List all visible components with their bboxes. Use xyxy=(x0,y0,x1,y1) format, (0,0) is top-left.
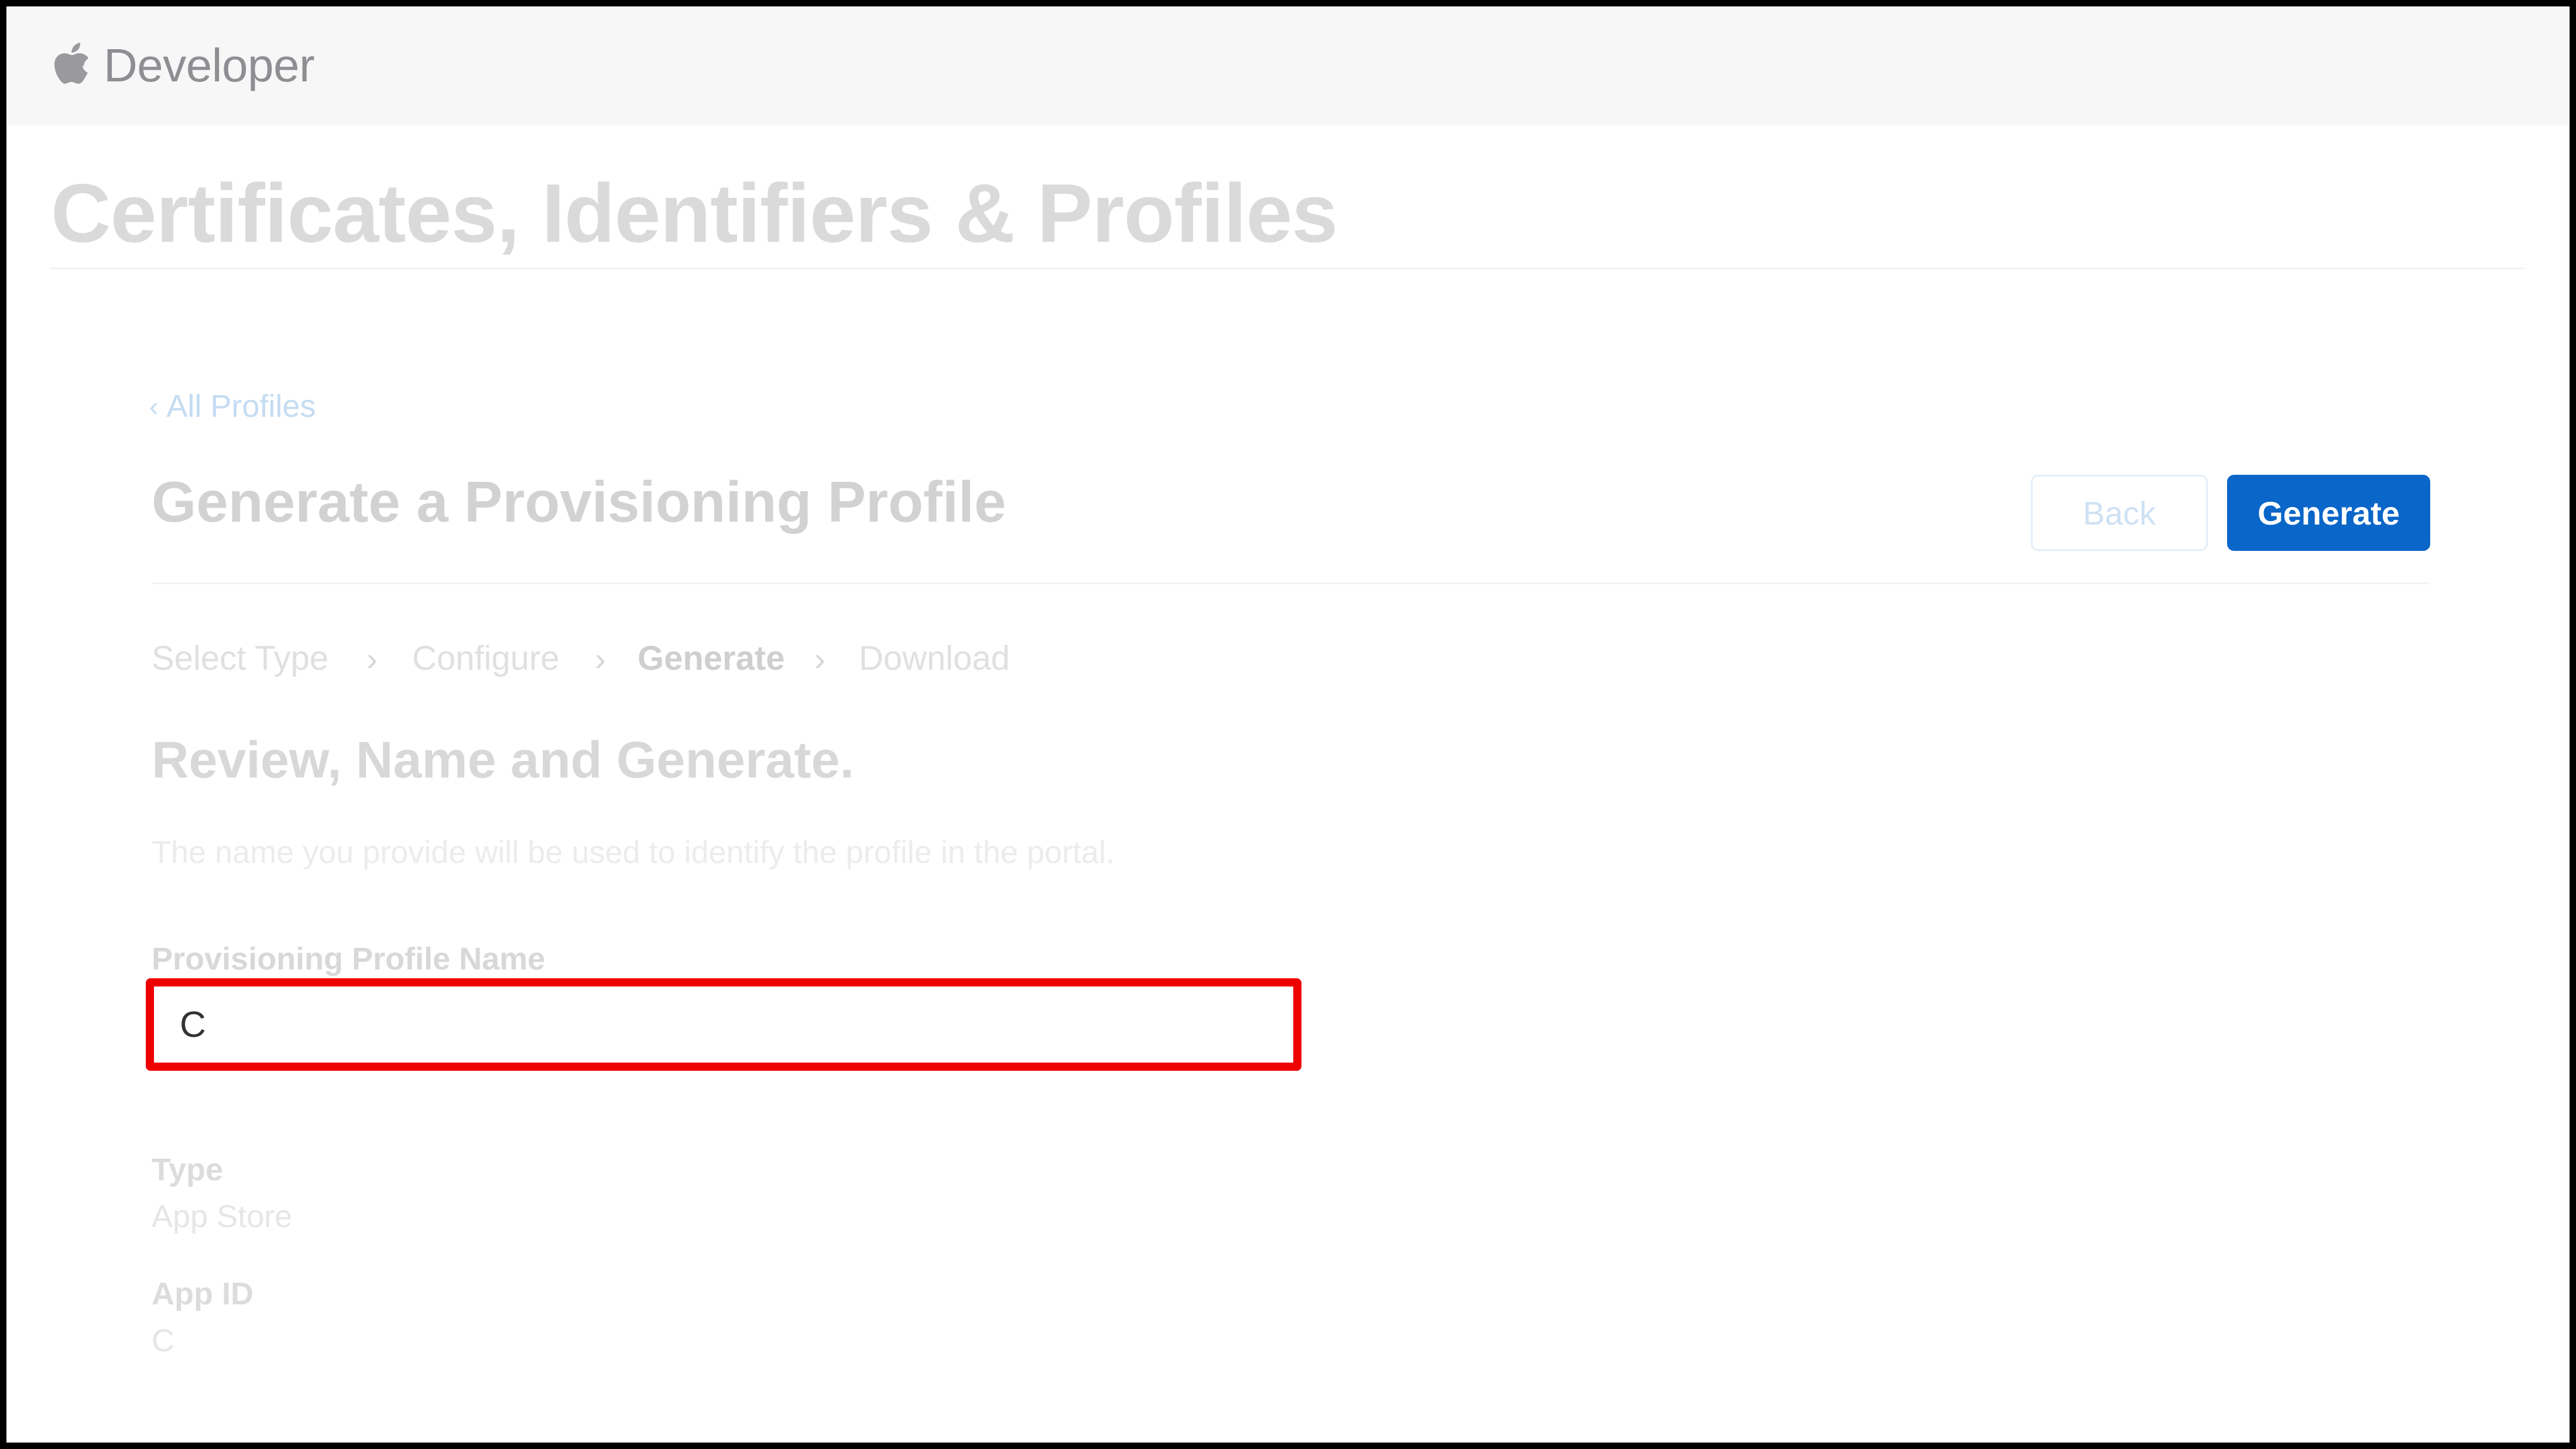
step-generate: Generate xyxy=(638,639,785,677)
section-divider xyxy=(152,583,2430,584)
app-id-value: C xyxy=(152,1323,174,1358)
profile-name-label: Provisioning Profile Name xyxy=(152,941,546,977)
all-profiles-link[interactable]: ‹ All Profiles xyxy=(149,388,316,424)
global-nav: Developer xyxy=(6,6,2570,125)
chevron-right-icon: › xyxy=(595,640,606,677)
title-divider xyxy=(51,268,2524,269)
generate-button[interactable]: Generate xyxy=(2227,475,2430,551)
browser-viewport: Developer Certificates, Identifiers & Pr… xyxy=(6,6,2570,1443)
step-select-type: Select Type xyxy=(152,639,329,677)
apple-logo-icon xyxy=(51,42,91,90)
section-title: Generate a Provisioning Profile xyxy=(152,470,1006,534)
step-configure: Configure xyxy=(412,639,560,677)
review-description: The name you provide will be used to ide… xyxy=(152,835,1115,870)
back-button[interactable]: Back xyxy=(2031,475,2208,551)
chevron-left-icon: ‹ xyxy=(149,391,159,422)
page-title: Certificates, Identifiers & Profiles xyxy=(51,167,1338,260)
chevron-right-icon: › xyxy=(814,640,825,677)
all-profiles-label: All Profiles xyxy=(166,389,316,424)
developer-home-link[interactable]: Developer xyxy=(51,33,315,98)
chevron-right-icon: › xyxy=(366,640,378,677)
review-heading: Review, Name and Generate. xyxy=(152,731,854,789)
type-value: App Store xyxy=(152,1199,293,1234)
step-download: Download xyxy=(859,639,1010,677)
profile-name-input[interactable] xyxy=(154,986,1293,1063)
type-label: Type xyxy=(152,1152,224,1187)
brand-label: Developer xyxy=(104,39,315,91)
app-id-label: App ID xyxy=(152,1276,254,1311)
